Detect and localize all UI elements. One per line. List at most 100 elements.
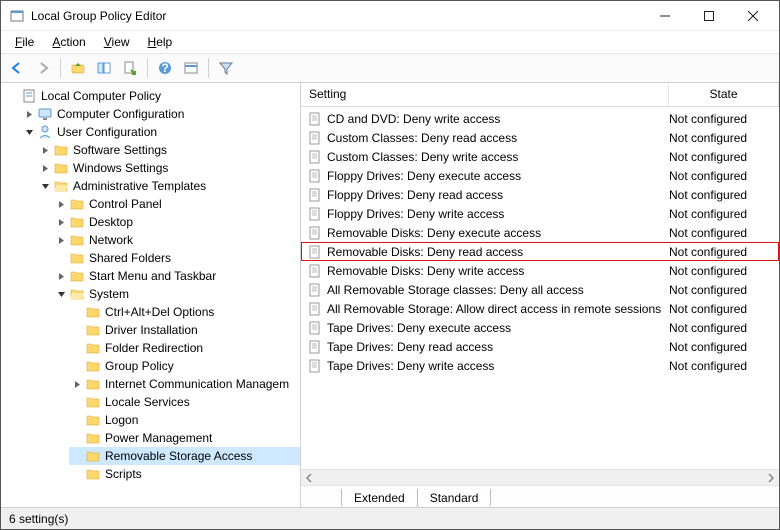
tree-root[interactable]: Local Computer Policy <box>5 87 300 105</box>
folder-icon <box>85 358 101 374</box>
tree-software-settings[interactable]: Software Settings <box>37 141 300 159</box>
tree-desktop[interactable]: Desktop <box>53 213 300 231</box>
tree-power[interactable]: Power Management <box>69 429 300 447</box>
list-row[interactable]: Removable Disks: Deny read access Not co… <box>301 242 779 261</box>
list-row[interactable]: CD and DVD: Deny write access Not config… <box>301 109 779 128</box>
show-hide-tree-button[interactable] <box>92 56 116 80</box>
tree-admin-templates[interactable]: Administrative Templates <box>37 177 300 195</box>
menu-file[interactable]: File <box>7 33 42 51</box>
row-state: Not configured <box>669 188 779 202</box>
forward-button[interactable] <box>31 56 55 80</box>
tree-label: Desktop <box>89 215 133 229</box>
properties-button[interactable] <box>179 56 203 80</box>
tree-label: Computer Configuration <box>57 107 184 121</box>
tree-pane[interactable]: Local Computer Policy Computer Configura… <box>1 83 301 507</box>
tree-label: Start Menu and Taskbar <box>89 269 216 283</box>
list-row[interactable]: Floppy Drives: Deny write access Not con… <box>301 204 779 223</box>
filter-button[interactable] <box>214 56 238 80</box>
tab-extended[interactable]: Extended <box>341 489 418 507</box>
expand-icon[interactable] <box>71 378 83 390</box>
collapse-icon[interactable] <box>39 180 51 192</box>
folder-icon <box>85 376 101 392</box>
list-row[interactable]: Tape Drives: Deny read access Not config… <box>301 337 779 356</box>
row-state: Not configured <box>669 359 779 373</box>
list-row[interactable]: Floppy Drives: Deny execute access Not c… <box>301 166 779 185</box>
list-row[interactable]: All Removable Storage: Allow direct acce… <box>301 299 779 318</box>
tree-label: Ctrl+Alt+Del Options <box>105 305 214 319</box>
row-state: Not configured <box>669 264 779 278</box>
tree-start-menu[interactable]: Start Menu and Taskbar <box>53 267 300 285</box>
list-row[interactable]: Custom Classes: Deny write access Not co… <box>301 147 779 166</box>
row-state: Not configured <box>669 150 779 164</box>
tree-locale[interactable]: Locale Services <box>69 393 300 411</box>
expand-icon[interactable] <box>55 270 67 282</box>
list-row[interactable]: Removable Disks: Deny execute access Not… <box>301 223 779 242</box>
list-body[interactable]: CD and DVD: Deny write access Not config… <box>301 107 779 469</box>
tree-icm[interactable]: Internet Communication Managem <box>69 375 300 393</box>
minimize-button[interactable] <box>643 2 687 30</box>
tree-label: Power Management <box>105 431 212 445</box>
expand-icon[interactable] <box>55 216 67 228</box>
list-row[interactable]: Tape Drives: Deny execute access Not con… <box>301 318 779 337</box>
list-row[interactable]: All Removable Storage classes: Deny all … <box>301 280 779 299</box>
collapse-icon[interactable] <box>55 288 67 300</box>
tree-driver-install[interactable]: Driver Installation <box>69 321 300 339</box>
menu-view[interactable]: View <box>96 33 138 51</box>
expand-icon[interactable] <box>39 162 51 174</box>
policy-icon <box>21 88 37 104</box>
folder-icon <box>69 214 85 230</box>
tree-user-config[interactable]: User Configuration <box>21 123 300 141</box>
list-header: Setting State <box>301 83 779 107</box>
list-row[interactable]: Tape Drives: Deny write access Not confi… <box>301 356 779 375</box>
tree-windows-settings[interactable]: Windows Settings <box>37 159 300 177</box>
setting-icon <box>307 206 323 222</box>
setting-icon <box>307 111 323 127</box>
row-setting: Tape Drives: Deny read access <box>327 340 669 354</box>
folder-icon <box>85 412 101 428</box>
expand-icon[interactable] <box>39 144 51 156</box>
tree-shared-folders[interactable]: Shared Folders <box>53 249 300 267</box>
tab-standard[interactable]: Standard <box>417 489 492 507</box>
tree-group-policy[interactable]: Group Policy <box>69 357 300 375</box>
back-button[interactable] <box>5 56 29 80</box>
tree-system[interactable]: System <box>53 285 300 303</box>
menu-bar: File Action View Help <box>1 31 779 53</box>
tree-ctrl-alt-del[interactable]: Ctrl+Alt+Del Options <box>69 303 300 321</box>
list-row[interactable]: Floppy Drives: Deny read access Not conf… <box>301 185 779 204</box>
help-button[interactable]: ? <box>153 56 177 80</box>
tree-label: Administrative Templates <box>73 179 206 193</box>
tree-label: Group Policy <box>105 359 174 373</box>
setting-icon <box>307 282 323 298</box>
setting-icon <box>307 149 323 165</box>
tree-folder-redirect[interactable]: Folder Redirection <box>69 339 300 357</box>
setting-icon <box>307 358 323 374</box>
setting-icon <box>307 225 323 241</box>
tree-label: Driver Installation <box>105 323 198 337</box>
tree-logon[interactable]: Logon <box>69 411 300 429</box>
column-header-state[interactable]: State <box>669 83 779 106</box>
setting-icon <box>307 263 323 279</box>
expand-icon[interactable] <box>23 108 35 120</box>
list-row[interactable]: Custom Classes: Deny read access Not con… <box>301 128 779 147</box>
tree-scripts[interactable]: Scripts <box>69 465 300 483</box>
tree-network[interactable]: Network <box>53 231 300 249</box>
column-header-setting[interactable]: Setting <box>301 83 669 106</box>
collapse-icon[interactable] <box>23 126 35 138</box>
tree-control-panel[interactable]: Control Panel <box>53 195 300 213</box>
horizontal-scrollbar[interactable] <box>301 469 779 485</box>
export-list-button[interactable] <box>118 56 142 80</box>
menu-help[interactable]: Help <box>140 33 181 51</box>
up-level-button[interactable] <box>66 56 90 80</box>
tree-computer-config[interactable]: Computer Configuration <box>21 105 300 123</box>
folder-icon <box>69 268 85 284</box>
expand-icon[interactable] <box>55 198 67 210</box>
expand-icon[interactable] <box>55 234 67 246</box>
row-setting: Floppy Drives: Deny write access <box>327 207 669 221</box>
row-state: Not configured <box>669 207 779 221</box>
list-row[interactable]: Removable Disks: Deny write access Not c… <box>301 261 779 280</box>
maximize-button[interactable] <box>687 2 731 30</box>
content-area: Local Computer Policy Computer Configura… <box>1 83 779 507</box>
tree-removable[interactable]: Removable Storage Access <box>69 447 300 465</box>
close-button[interactable] <box>731 2 775 30</box>
menu-action[interactable]: Action <box>44 33 93 51</box>
